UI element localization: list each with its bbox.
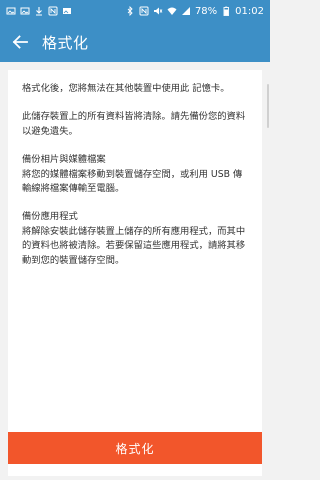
status-system: 78% 01:02 xyxy=(125,6,264,17)
page-title: 格式化 xyxy=(42,34,89,52)
wifi-icon xyxy=(167,6,177,16)
photo-icon xyxy=(6,6,16,16)
battery-icon xyxy=(221,6,231,16)
clock: 01:02 xyxy=(235,5,264,17)
nfc-icon xyxy=(48,6,58,16)
warning-text: 此儲存裝置上的所有資料皆將清除。請先備份您的資料以避免遺失。 xyxy=(22,111,246,137)
photo-icon xyxy=(20,6,30,16)
download-icon xyxy=(34,6,44,16)
mute-icon xyxy=(153,6,163,16)
content-card: 格式化後，您將無法在其他裝置中使用此 記憶卡。 此儲存裝置上的所有資料皆將清除。… xyxy=(8,70,262,420)
status-notifications xyxy=(6,6,72,16)
scrollbar[interactable] xyxy=(267,84,269,128)
app-bar: 格式化 xyxy=(0,22,270,62)
image-icon xyxy=(62,6,72,16)
bluetooth-icon xyxy=(125,6,135,16)
section-apps-heading: 備份應用程式 xyxy=(22,211,78,223)
back-button[interactable] xyxy=(0,22,40,62)
footer-bar: 格式化 xyxy=(8,420,262,476)
section-media: 備份相片與媒體檔案 將您的媒體檔案移動到裝置儲存空間，或利用 USB 傳輸線將檔… xyxy=(22,153,248,196)
section-media-body: 將您的媒體檔案移動到裝置儲存空間，或利用 USB 傳輸線將檔案傳輸至電腦。 xyxy=(22,168,243,195)
section-apps-body: 將解除安裝此儲存裝置上儲存的所有應用程式，而其中的資料也將被清除。若要保留這些應… xyxy=(22,225,246,266)
status-bar: 78% 01:02 xyxy=(0,0,270,22)
format-button[interactable]: 格式化 xyxy=(8,432,262,464)
section-apps: 備份應用程式 將解除安裝此儲存裝置上儲存的所有應用程式，而其中的資料也將被清除。… xyxy=(22,210,248,268)
intro-text: 格式化後，您將無法在其他裝置中使用此 記憶卡。 xyxy=(22,83,230,94)
nfc-icon xyxy=(139,6,149,16)
section-media-heading: 備份相片與媒體檔案 xyxy=(22,154,106,166)
arrow-left-icon xyxy=(12,35,28,49)
signal-icon xyxy=(181,6,191,16)
battery-percent: 78% xyxy=(194,5,218,17)
